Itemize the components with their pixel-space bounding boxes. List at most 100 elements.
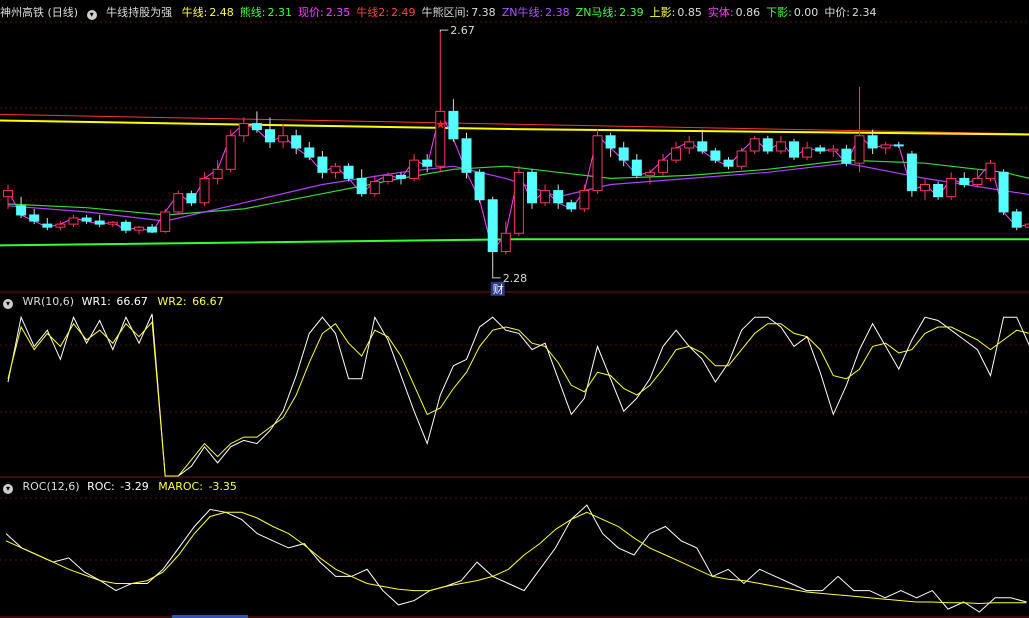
main-legend-items: 牛线: 2.48 熊线: 2.31 现价: 2.35 牛线2: 2.49 牛熊区间: 7.38 ZN… bbox=[182, 6, 883, 19]
legend-value-1: 2.31 bbox=[267, 6, 293, 19]
wr-legend: ▾ WR(10,6) WR1: 66.67 WR2: 66.67 bbox=[0, 294, 230, 310]
cai-tag-label: 财 bbox=[493, 282, 504, 296]
candle-body-up bbox=[775, 141, 786, 152]
candle-body-down bbox=[291, 135, 302, 149]
legend-label-1: 熊线: bbox=[239, 6, 266, 19]
candle-body-down bbox=[527, 171, 537, 204]
roc-settings-icon[interactable]: ▾ bbox=[3, 484, 13, 494]
wr2-value: 66.67 bbox=[192, 295, 224, 308]
candle-body-down bbox=[81, 217, 92, 222]
wr1-value: 66.67 bbox=[116, 295, 148, 308]
candle-body-down bbox=[422, 159, 433, 167]
candle-body-down bbox=[867, 135, 878, 149]
candle-body-up bbox=[880, 144, 891, 149]
candle-body-up bbox=[238, 123, 249, 137]
legend-value-8: 0.86 bbox=[735, 6, 761, 19]
candle-body-up bbox=[513, 171, 524, 234]
wr1-label: WR1: bbox=[81, 295, 111, 308]
candle-body-down bbox=[16, 205, 27, 216]
legend-label-0: 牛线: bbox=[181, 6, 208, 19]
candle-body-down bbox=[186, 193, 197, 204]
candle-body-up bbox=[173, 193, 184, 213]
candle-body-up bbox=[854, 135, 865, 164]
candle-body-up bbox=[1024, 223, 1029, 228]
candle-body-up bbox=[671, 147, 682, 161]
legend-label-5: ZN牛线: bbox=[501, 6, 544, 19]
bull-line-2 bbox=[0, 113, 1029, 135]
legend-value-7: 0.85 bbox=[677, 6, 702, 19]
candle-body-down bbox=[396, 174, 406, 179]
legend-value-6: 2.39 bbox=[619, 6, 644, 19]
candle-body-up bbox=[409, 159, 420, 179]
roc-name: ROC(12,6) bbox=[22, 480, 80, 493]
candle-body-up bbox=[946, 177, 957, 198]
legend-label-6: ZN马线: bbox=[575, 6, 618, 19]
candle-body-up bbox=[592, 135, 603, 192]
candle-body-down bbox=[906, 153, 917, 192]
candle-body-down bbox=[841, 148, 852, 164]
candle-body-down bbox=[304, 147, 315, 158]
candle-body-down bbox=[317, 156, 328, 173]
candle-body-down bbox=[265, 129, 275, 143]
low-price-label: 2.28 bbox=[503, 272, 528, 285]
legend-label-9: 下影: bbox=[766, 6, 792, 19]
stock-name: 神州高铁 (日线) bbox=[0, 6, 79, 19]
candle-body-up bbox=[684, 141, 695, 149]
candle-body-down bbox=[120, 221, 131, 231]
main-legend: 神州高铁 (日线) ▾ 牛线持股为强 牛线: 2.48 熊线: 2.31 现价: 2.35… bbox=[0, 5, 889, 21]
candle-body-down bbox=[697, 141, 708, 152]
high-marker-line bbox=[439, 29, 449, 33]
candle-body-up bbox=[68, 217, 79, 225]
candle-body-down bbox=[94, 220, 105, 225]
candle-body-down bbox=[1011, 211, 1022, 228]
roc-series-maroc bbox=[5, 511, 1027, 605]
candle-body-down bbox=[147, 226, 158, 233]
candle-body-down bbox=[42, 223, 53, 228]
candle-body-up bbox=[579, 190, 590, 210]
candle-body-down bbox=[605, 135, 616, 149]
candle-body-down bbox=[762, 138, 773, 152]
candle-body-up bbox=[107, 221, 118, 225]
roc-value: -3.29 bbox=[120, 480, 149, 493]
candle-body-up bbox=[644, 171, 655, 176]
candle-body-down bbox=[343, 165, 354, 179]
candle-body-up bbox=[828, 148, 839, 152]
candle-body-up bbox=[540, 190, 551, 204]
candle-body-down bbox=[618, 147, 629, 161]
legend-value-10: 2.34 bbox=[852, 6, 877, 19]
legend-label-7: 上影: bbox=[649, 6, 676, 19]
candle-body-up bbox=[212, 168, 223, 179]
legend-value-9: 0.00 bbox=[793, 6, 819, 19]
candle-body-up bbox=[278, 135, 289, 143]
indicator-settings-icon[interactable]: ▾ bbox=[86, 10, 97, 20]
candle-body-down bbox=[448, 110, 459, 140]
roc-label: ROC: bbox=[87, 480, 115, 493]
candle-body-up bbox=[225, 135, 236, 170]
candle-body-up bbox=[382, 174, 393, 182]
high-price-label: 2.67 bbox=[450, 24, 475, 37]
candle-body-down bbox=[461, 138, 472, 173]
candle-body-up bbox=[330, 165, 341, 173]
candle-body-up bbox=[985, 162, 996, 179]
candle-body-down bbox=[474, 171, 485, 201]
roc-legend: ▾ ROC(12,6) ROC: -3.29 MAROC: -3.35 bbox=[0, 479, 243, 495]
candle-body-down bbox=[356, 177, 367, 195]
bear-line bbox=[0, 238, 1029, 247]
legend-value-3: 2.49 bbox=[390, 6, 416, 19]
candle-body-down bbox=[566, 202, 577, 210]
candle-body-down bbox=[933, 184, 944, 198]
candle-body-up bbox=[658, 159, 668, 173]
wr-name: WR(10,6) bbox=[22, 295, 75, 308]
candle-body-down bbox=[553, 190, 564, 204]
candle-body-down bbox=[789, 141, 799, 158]
candle-body-down bbox=[959, 177, 970, 186]
roc-series-roc bbox=[5, 504, 1027, 613]
legend-label-10: 中价: bbox=[824, 6, 851, 19]
candle-body-up bbox=[134, 226, 144, 231]
wr-settings-icon[interactable]: ▾ bbox=[3, 299, 13, 309]
candle-body-up bbox=[500, 232, 511, 253]
candle-body-up bbox=[972, 177, 983, 186]
legend-value-5: 2.38 bbox=[545, 6, 570, 19]
candle-body-up bbox=[802, 147, 813, 158]
legend-label-8: 实体: bbox=[707, 6, 734, 19]
